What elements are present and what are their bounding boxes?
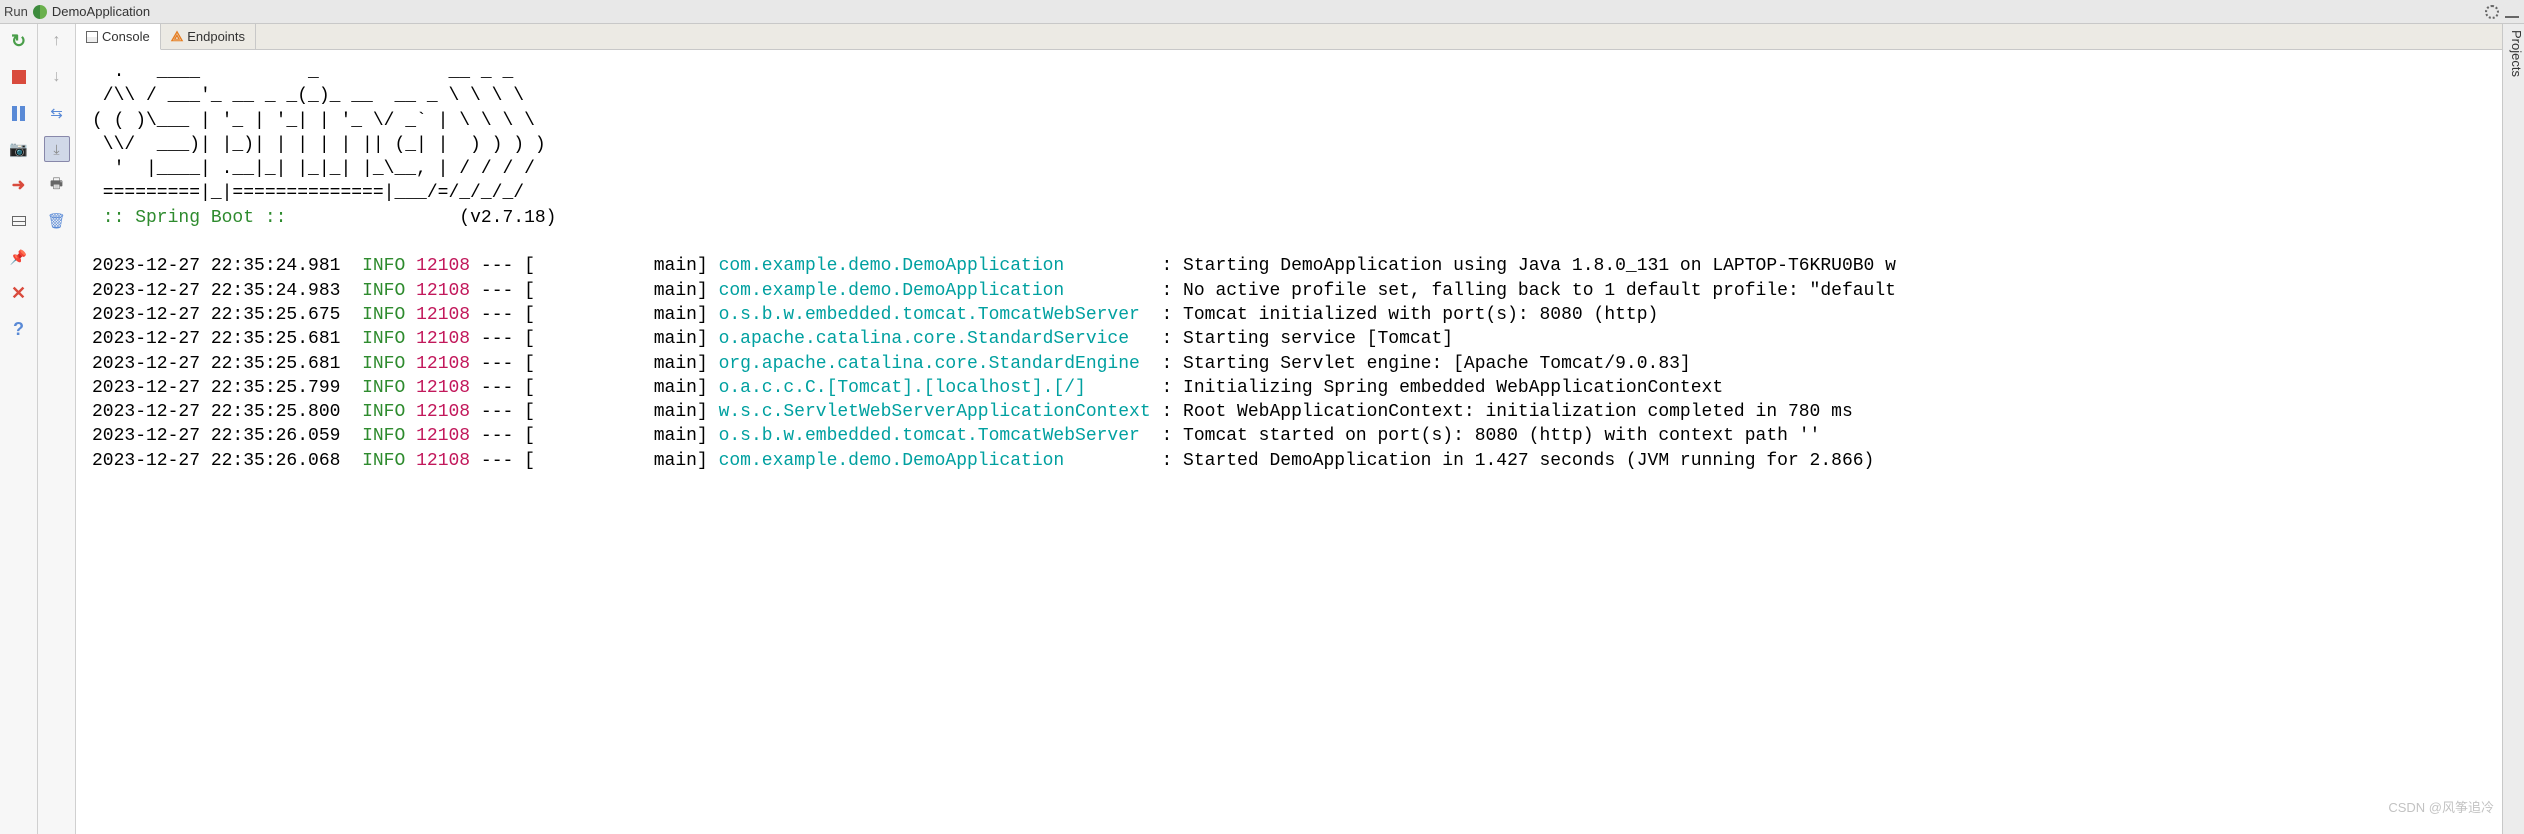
stop-button[interactable]	[6, 64, 32, 90]
soft-wrap-button[interactable]: ⇆	[44, 100, 70, 126]
tab-console-label: Console	[102, 29, 150, 44]
output-tabs: Console ⟁ Endpoints	[76, 24, 2524, 50]
tab-endpoints[interactable]: ⟁ Endpoints	[161, 24, 256, 49]
run-toolbar-left: ↻ 📷 ➜ 📌 ✕ ?	[0, 24, 38, 834]
pin-button[interactable]: 📌	[6, 244, 32, 270]
app-name: DemoApplication	[52, 4, 150, 19]
help-button[interactable]: ?	[6, 316, 32, 342]
print-button[interactable]: 🖶	[44, 172, 70, 198]
clear-all-button[interactable]: 🗑	[44, 208, 70, 234]
scroll-up-button[interactable]: ↑	[44, 28, 70, 54]
layout-button[interactable]	[6, 208, 32, 234]
minimize-icon[interactable]	[2504, 4, 2520, 20]
projects-sidebar-tab[interactable]: Projects	[2502, 24, 2524, 834]
watermark: CSDN @风筝追冷	[2388, 797, 2494, 816]
exit-button[interactable]: ➜	[6, 172, 32, 198]
tab-endpoints-label: Endpoints	[187, 29, 245, 44]
spring-app-icon	[32, 4, 48, 20]
dump-threads-button[interactable]: 📷	[6, 136, 32, 162]
console-output[interactable]: . ____ _ __ _ _ /\\ / ___'_ __ _ _(_)_ _…	[76, 50, 2524, 834]
console-toolbar: ↑ ↓ ⇆ ⤓ 🖶 🗑	[38, 24, 76, 834]
rerun-button[interactable]: ↻	[6, 28, 32, 54]
close-button[interactable]: ✕	[6, 280, 32, 306]
projects-label: Projects	[2509, 30, 2524, 77]
run-label: Run	[4, 4, 28, 19]
scroll-to-end-button[interactable]: ⤓	[44, 136, 70, 162]
tab-console[interactable]: Console	[76, 24, 161, 50]
endpoints-icon: ⟁	[171, 28, 184, 45]
pause-button[interactable]	[6, 100, 32, 126]
run-tool-header: Run DemoApplication	[0, 0, 2524, 24]
console-icon	[86, 31, 98, 43]
gear-icon[interactable]	[2484, 4, 2500, 20]
scroll-down-button[interactable]: ↓	[44, 64, 70, 90]
